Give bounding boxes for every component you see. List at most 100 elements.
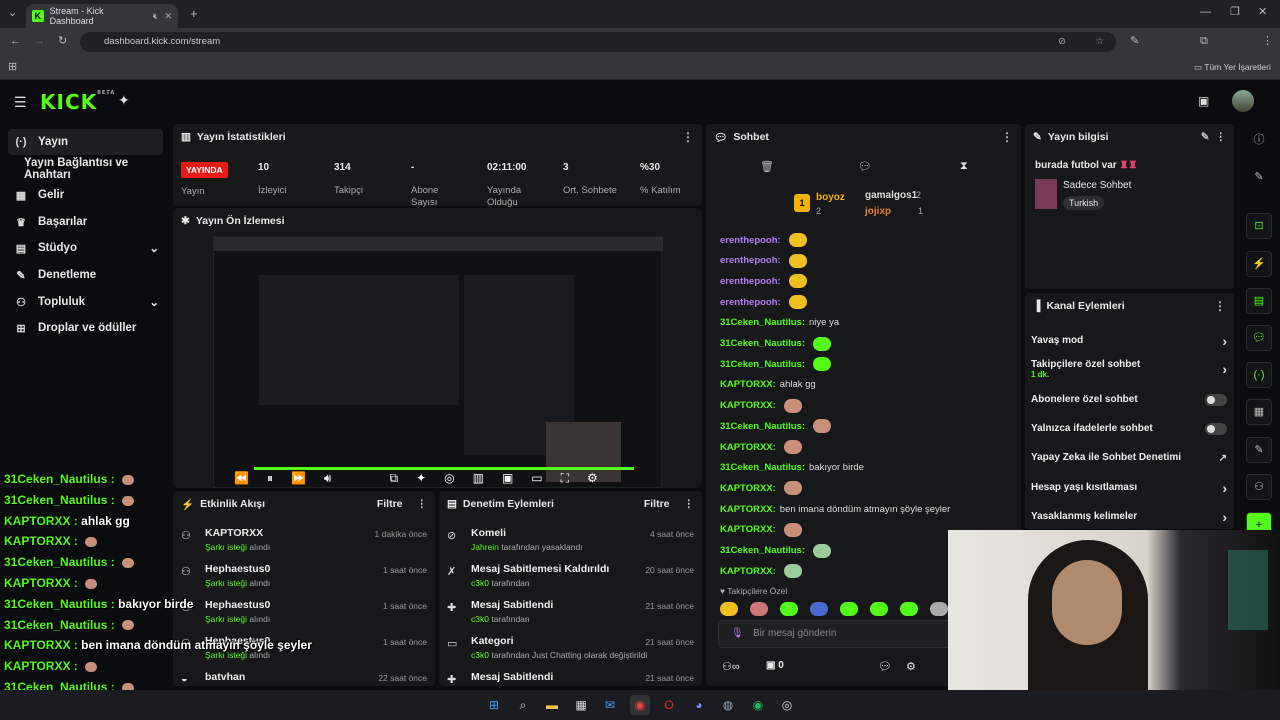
- top-chatter-3[interactable]: jojixp: [865, 206, 891, 217]
- tag-chip[interactable]: Turkish: [1063, 196, 1105, 210]
- category-name[interactable]: Sadece Sohbet: [1063, 180, 1131, 191]
- stream-preview-video[interactable]: ⏪ ⏸ ⏩ 🔊︎ ⧉ ✦ ◎ ▥ ▣ ▭ ⛶ ⚙: [213, 236, 663, 488]
- sidebar-item-droplar[interactable]: ⊞ Droplar ve ödüller: [8, 315, 163, 341]
- emote[interactable]: [810, 602, 828, 616]
- edit-icon[interactable]: ✎: [1201, 131, 1210, 143]
- crop-icon[interactable]: ⧉: [389, 471, 398, 486]
- trash-icon[interactable]: 🗑︎: [760, 160, 774, 173]
- document-icon[interactable]: ▤: [1246, 288, 1272, 314]
- followers-only-row[interactable]: Takipçilere özel sohbet 1 dk. ›: [1031, 359, 1227, 379]
- sidebar-item-yayin[interactable]: (·) Yayın: [8, 129, 163, 155]
- emote[interactable]: [780, 602, 798, 616]
- microphone-icon[interactable]: 🎙︎: [731, 621, 744, 647]
- sidebar-item-denetleme[interactable]: ✎ Denetleme: [8, 262, 163, 288]
- chat-username[interactable]: 31Ceken_Nautilus:: [720, 421, 805, 432]
- chapters-icon[interactable]: ▥: [473, 471, 484, 486]
- mute-tab-icon[interactable]: 🔇︎: [153, 11, 159, 22]
- more-icon[interactable]: ⋮: [417, 498, 428, 510]
- chat-username[interactable]: 31Ceken_Nautilus:: [720, 545, 805, 556]
- broadcast-icon[interactable]: (·): [1246, 362, 1272, 388]
- edit-icon[interactable]: ✎: [1246, 165, 1272, 191]
- points-display[interactable]: ▣ 0: [766, 660, 784, 671]
- more-icon[interactable]: ⋮: [1001, 130, 1013, 144]
- more-icon[interactable]: ⋮: [684, 498, 695, 510]
- more-icon[interactable]: ⋮: [1214, 299, 1226, 313]
- filter-button[interactable]: Filtre: [377, 498, 403, 510]
- chat-bubble-icon[interactable]: 💬︎: [858, 160, 872, 173]
- chat-username[interactable]: KAPTORXX:: [720, 379, 776, 390]
- emote[interactable]: [930, 602, 948, 616]
- settings-icon[interactable]: ⚙: [587, 471, 598, 486]
- target-icon[interactable]: ◎: [444, 471, 454, 486]
- volume-icon[interactable]: 🔊︎: [324, 471, 332, 486]
- mail-icon[interactable]: ✉: [600, 695, 620, 715]
- file-explorer-icon[interactable]: ▬: [542, 695, 562, 715]
- chrome-icon[interactable]: ◉: [630, 695, 650, 715]
- chat-username[interactable]: 31Ceken_Nautilus:: [720, 462, 805, 473]
- back-icon[interactable]: ←: [10, 36, 21, 47]
- kick-logo[interactable]: KICKBETA: [40, 90, 115, 114]
- wrench-icon[interactable]: ✎: [1246, 437, 1272, 463]
- banned-words-row[interactable]: Yasaklanmış kelimeler ›: [1031, 509, 1227, 525]
- chat-username[interactable]: KAPTORXX:: [720, 483, 776, 494]
- menu-hamburger-icon[interactable]: ☰: [14, 94, 27, 111]
- chat-username[interactable]: erenthepooh:: [720, 235, 781, 246]
- chat-username[interactable]: KAPTORXX:: [720, 504, 776, 515]
- close-window-icon[interactable]: ✕: [1258, 7, 1267, 18]
- sidebar-item-topluluk[interactable]: ⚇ Topluluk ⌄: [8, 289, 163, 315]
- extension-icon[interactable]: ✎: [1130, 36, 1139, 47]
- sidebar-item-basarilar[interactable]: ♛ Başarılar: [8, 209, 163, 235]
- reload-icon[interactable]: ↻: [58, 36, 67, 47]
- rewind-icon[interactable]: ⏪: [234, 471, 249, 486]
- apps-grid-icon[interactable]: ⊞: [8, 62, 17, 73]
- chat-username[interactable]: erenthepooh:: [720, 276, 781, 287]
- browser-menu-icon[interactable]: ⋮: [1262, 36, 1273, 47]
- bolt-icon[interactable]: ⚡: [1246, 251, 1272, 277]
- browser-tab[interactable]: K Stream - Kick Dashboard 🔇︎ ✕: [26, 4, 178, 28]
- account-age-row[interactable]: Hesap yaşı kısıtlaması ›: [1031, 480, 1227, 496]
- emote-only-toggle[interactable]: [1205, 423, 1227, 435]
- emote[interactable]: [870, 602, 888, 616]
- chat-username[interactable]: 31Ceken_Nautilus:: [720, 317, 805, 328]
- spotify-icon[interactable]: ◉: [748, 695, 768, 715]
- obs-icon[interactable]: ◎: [777, 695, 797, 715]
- sparkle-icon[interactable]: ✦: [416, 471, 426, 486]
- emote[interactable]: [750, 602, 768, 616]
- pin-icon[interactable]: ✦: [118, 92, 130, 109]
- top-chatter-2[interactable]: gamalgos1: [865, 190, 917, 201]
- discord-icon[interactable]: ◕: [689, 695, 709, 715]
- sidebar-item-stream-key[interactable]: Yayın Bağlantısı ve Anahtarı: [8, 156, 163, 182]
- address-bar[interactable]: dashboard.kick.com/stream ⊘ ☆: [80, 32, 1116, 52]
- emote[interactable]: [720, 602, 738, 616]
- close-tab-icon[interactable]: ✕: [164, 11, 172, 22]
- slow-mode-row[interactable]: Yavaş mod ›: [1031, 333, 1227, 349]
- maximize-icon[interactable]: ❐: [1230, 7, 1240, 18]
- new-tab-icon[interactable]: +: [190, 7, 198, 20]
- search-icon[interactable]: ⌕: [513, 695, 533, 715]
- pip-icon[interactable]: ▣: [502, 471, 513, 486]
- store-icon[interactable]: ▦: [571, 695, 591, 715]
- chat-username[interactable]: KAPTORXX:: [720, 566, 776, 577]
- forward-icon[interactable]: ⏩: [291, 471, 306, 486]
- camera-blocked-icon[interactable]: ⊘: [1058, 32, 1066, 52]
- theater-icon[interactable]: ▭: [531, 471, 542, 486]
- chat-username[interactable]: erenthepooh:: [720, 255, 781, 266]
- chat-username[interactable]: KAPTORXX:: [720, 400, 776, 411]
- all-bookmarks[interactable]: ▭ Tüm Yer İşaretleri: [1194, 62, 1271, 73]
- forward-icon[interactable]: →: [34, 36, 45, 47]
- scan-icon[interactable]: ⊡: [1246, 213, 1272, 239]
- ai-moderation-row[interactable]: Yapay Zeka ile Sohbet Denetimi ↗: [1031, 452, 1227, 464]
- fullscreen-icon[interactable]: ⛶: [561, 471, 569, 486]
- hourglass-icon[interactable]: ⧗: [960, 160, 968, 173]
- bookmark-star-icon[interactable]: ☆: [1095, 32, 1104, 52]
- opera-icon[interactable]: O: [659, 695, 679, 715]
- chat-username[interactable]: KAPTORXX:: [720, 524, 776, 535]
- sidebar-item-studyo[interactable]: ▤ Stüdyo ⌄: [8, 235, 163, 261]
- chat-settings-icon[interactable]: ⚙: [906, 660, 916, 673]
- wallet-icon[interactable]: ▣: [1198, 94, 1209, 108]
- tab-search-icon[interactable]: ⌄: [8, 8, 17, 19]
- user-avatar[interactable]: [1232, 90, 1254, 112]
- community-icon[interactable]: ⚇: [1246, 474, 1272, 500]
- pause-icon[interactable]: ⏸: [267, 471, 273, 486]
- sidebar-item-gelir[interactable]: ▦ Gelir: [8, 182, 163, 208]
